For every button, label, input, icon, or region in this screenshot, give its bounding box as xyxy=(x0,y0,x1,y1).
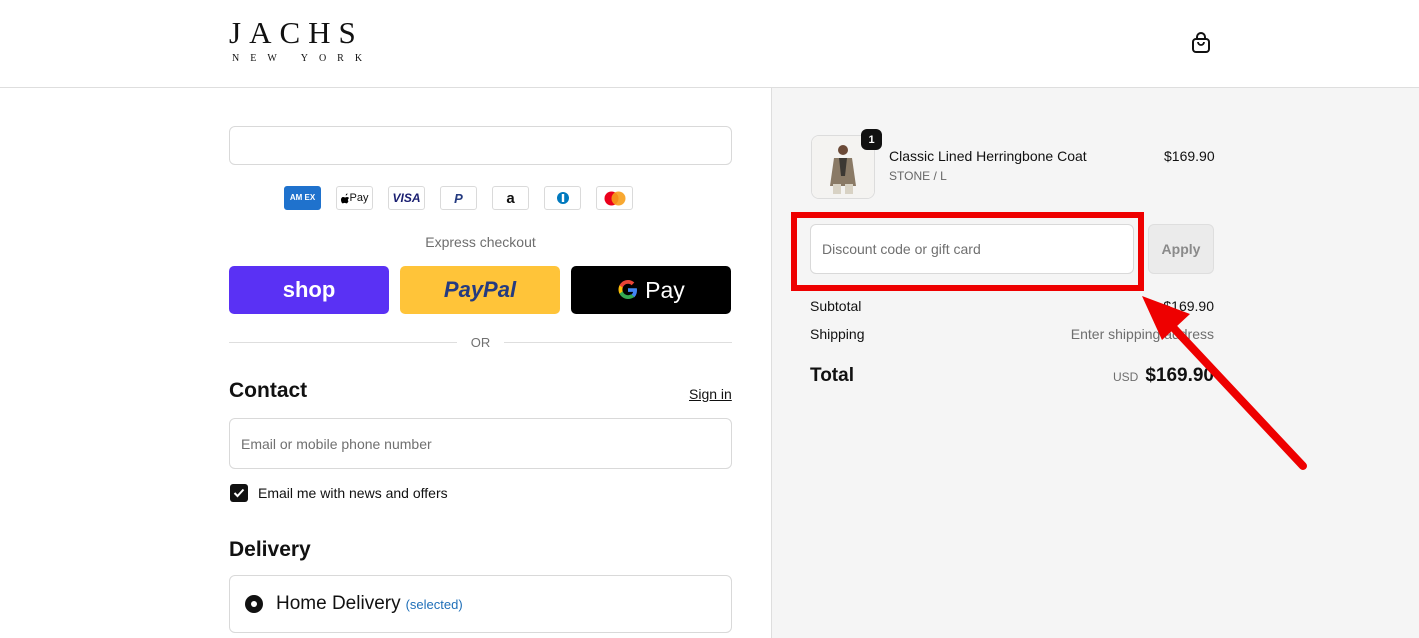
amazon-icon: a xyxy=(492,186,529,210)
total-value: $169.90 xyxy=(1145,365,1214,386)
product-name: Classic Lined Herringbone Coat xyxy=(889,148,1087,164)
or-divider: OR xyxy=(229,332,732,352)
subtotal-label: Subtotal xyxy=(810,298,862,314)
total-currency: USD xyxy=(1112,370,1139,384)
diners-icon xyxy=(544,186,581,210)
newsletter-checkbox[interactable] xyxy=(230,484,248,502)
cart-button[interactable] xyxy=(1188,30,1214,56)
amex-icon: AM EX xyxy=(284,186,321,210)
paypal-label: PayPal xyxy=(443,277,517,302)
delivery-selected-tag: (selected) xyxy=(405,596,463,612)
contact-heading: Contact xyxy=(229,379,308,402)
visa-label: VISA xyxy=(392,191,421,205)
mastercard-logo-icon xyxy=(604,191,625,205)
payment-methods: AM EX Pay VISA P a xyxy=(284,186,633,210)
subtotal-row: Subtotal $169.90 xyxy=(810,298,1214,314)
amex-label: AM EX xyxy=(289,193,316,202)
checkout-form: AM EX Pay VISA P a Express checkout shop… xyxy=(0,88,771,638)
checkout-page: JACHS NEW YORK AM EX Pay VISA P a Expres… xyxy=(0,0,1419,638)
product-thumbnail: 1 xyxy=(811,129,882,199)
sign-in-link[interactable]: Sign in xyxy=(689,386,732,402)
checkmark-icon xyxy=(233,488,245,498)
top-input-field[interactable] xyxy=(229,126,732,165)
paypal-icon: P xyxy=(440,186,477,210)
shipping-value: Enter shipping address xyxy=(1070,326,1214,342)
discount-code-input[interactable] xyxy=(810,224,1134,274)
google-pay-button[interactable]: Pay xyxy=(571,266,731,314)
newsletter-label: Email me with news and offers xyxy=(258,485,448,501)
mastercard-icon xyxy=(596,186,633,210)
logo-wordmark: JACHS xyxy=(229,15,364,50)
apple-icon xyxy=(340,193,349,203)
google-g-icon xyxy=(618,280,638,299)
express-checkout-label: Express checkout xyxy=(425,234,536,250)
total-amount: USD $169.90 xyxy=(1113,365,1214,387)
header: JACHS NEW YORK xyxy=(0,0,1419,88)
apple-pay-label: Pay xyxy=(349,192,369,204)
quantity-badge: 1 xyxy=(861,129,882,150)
delivery-heading: Delivery xyxy=(229,538,311,561)
shipping-row: Shipping Enter shipping address xyxy=(810,326,1214,342)
divider-line xyxy=(504,341,732,343)
shop-pay-label: shop xyxy=(282,277,336,302)
product-variant: STONE / L xyxy=(889,169,947,183)
diners-logo-icon xyxy=(556,192,569,204)
paypal-icon-label: P xyxy=(454,190,463,206)
email-input[interactable] xyxy=(229,418,732,469)
shipping-label: Shipping xyxy=(810,326,865,342)
newsletter-option[interactable]: Email me with news and offers xyxy=(230,484,448,502)
shopping-bag-icon xyxy=(1192,32,1210,53)
delivery-option-label: Home Delivery xyxy=(276,593,401,614)
visa-icon: VISA xyxy=(388,186,425,210)
home-delivery-option[interactable]: Home Delivery (selected) xyxy=(229,575,732,633)
logo-location: NEW YORK xyxy=(232,53,374,64)
paypal-button[interactable]: PayPal xyxy=(400,266,560,314)
shop-pay-button[interactable]: shop xyxy=(229,266,389,314)
amazon-label: a xyxy=(506,189,515,207)
product-price: $169.90 xyxy=(1164,148,1215,164)
apple-pay-icon: Pay xyxy=(336,186,373,210)
total-row: Total USD $169.90 xyxy=(810,365,1214,387)
order-summary: 1 Classic Lined Herringbone Coat STONE /… xyxy=(771,88,1419,638)
or-label: OR xyxy=(470,334,491,350)
radio-dot xyxy=(251,601,257,607)
apply-discount-button[interactable]: Apply xyxy=(1148,224,1214,274)
subtotal-value: $169.90 xyxy=(1163,298,1214,314)
home-delivery-radio[interactable] xyxy=(245,595,263,613)
google-pay-label: Pay xyxy=(645,276,685,303)
total-label: Total xyxy=(810,365,854,386)
brand-logo[interactable]: JACHS NEW YORK xyxy=(229,15,379,65)
divider-line xyxy=(229,341,457,343)
